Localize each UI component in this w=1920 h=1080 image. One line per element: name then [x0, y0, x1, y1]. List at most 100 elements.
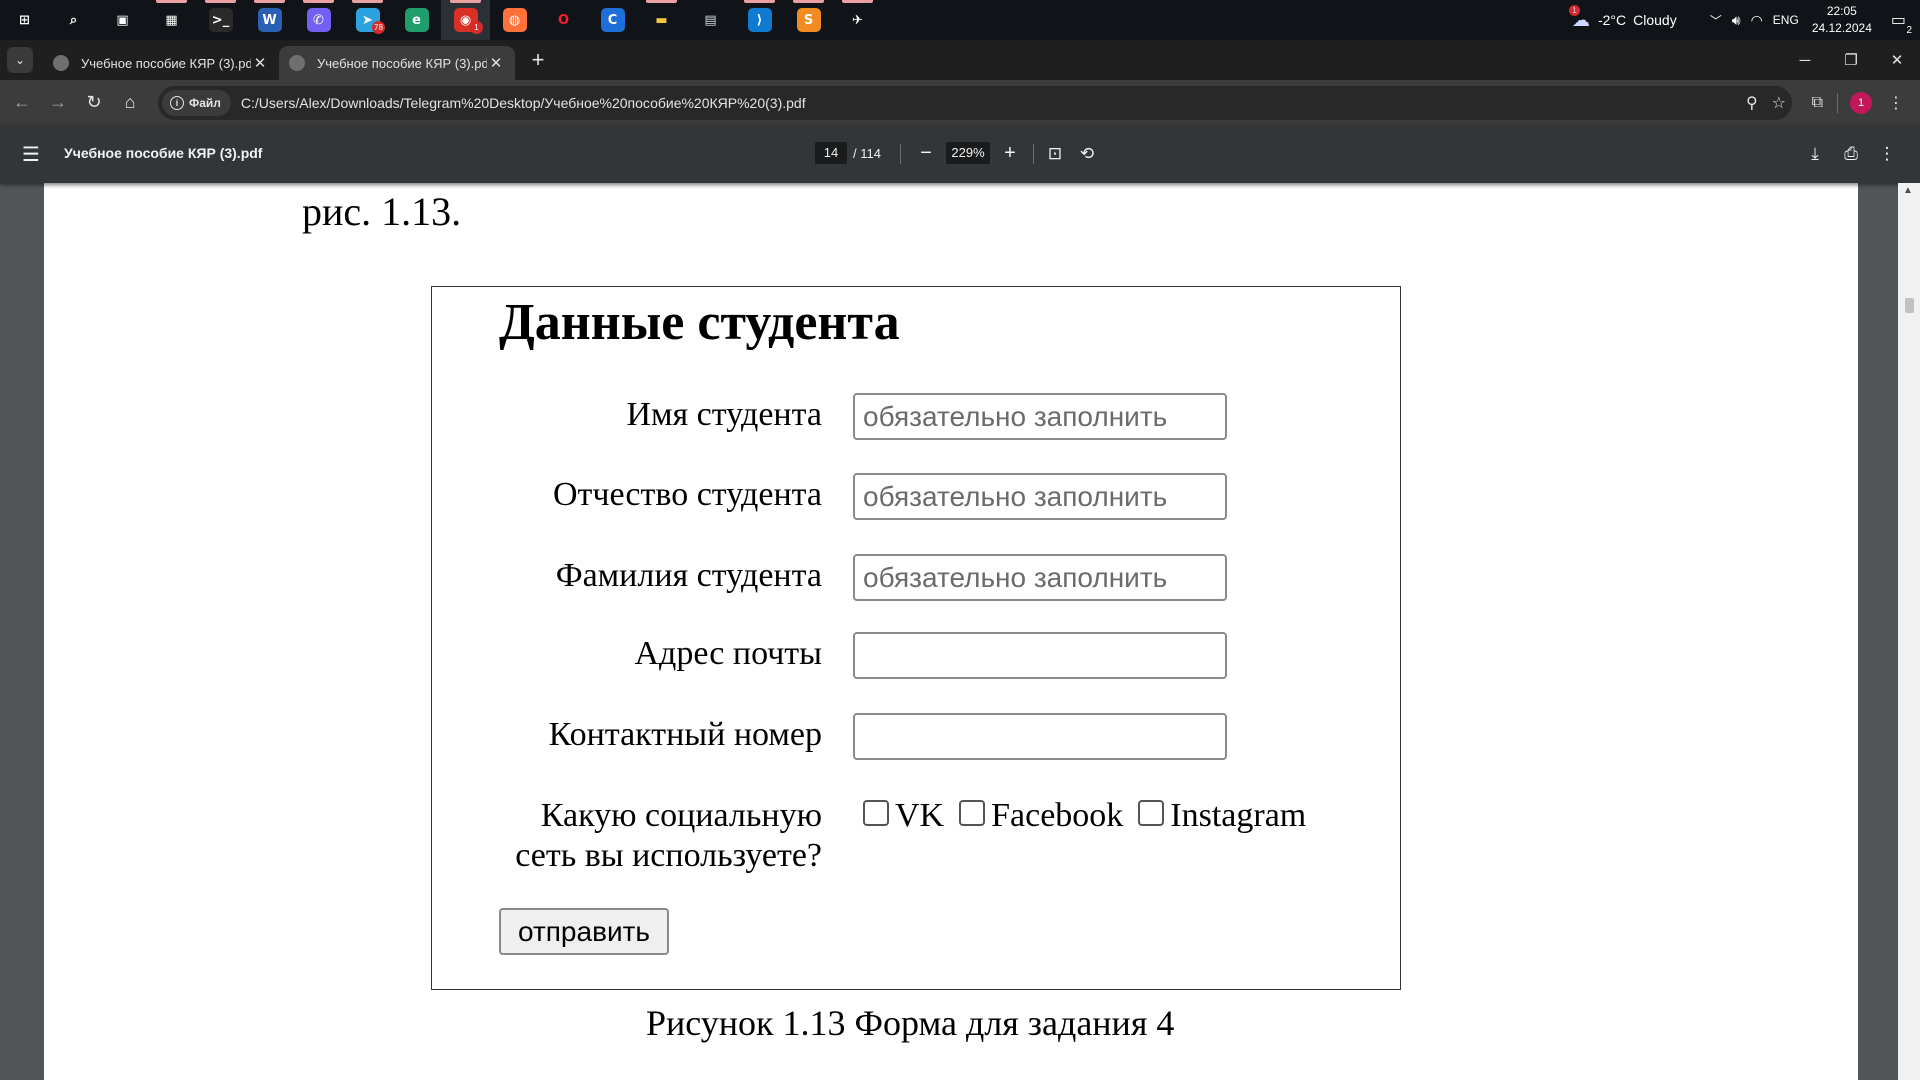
browser-tab-2[interactable]: Учебное пособие КЯР (3).pdf ✕ — [279, 46, 515, 80]
clock-date: 24.12.2024 — [1811, 21, 1872, 35]
browser-tab-1[interactable]: Учебное пособие КЯР (3).pdf ✕ — [43, 46, 279, 80]
chevron-up-icon[interactable]: ﹀ — [1710, 12, 1722, 29]
app-notification-badge: 78 — [372, 21, 385, 34]
notification-count: 2 — [1906, 25, 1912, 36]
social-label-line-1: Какую социальную — [540, 797, 822, 834]
clock[interactable]: 22:05 24.12.2024 — [1812, 3, 1872, 37]
page-number-input[interactable]: 14 — [815, 142, 847, 164]
zoom-level-input[interactable]: 229% — [946, 142, 990, 164]
taskbar-app-task-view[interactable]: ▣ — [98, 0, 147, 40]
system-tray: ☁ 1 -2°C Cloudy ﹀ 🔊︎ ◠ ENG 22:05 24.12.20… — [1567, 0, 1920, 40]
print-icon[interactable]: ⎙ — [1838, 141, 1864, 167]
site-info-chip[interactable]: i Файл — [162, 90, 231, 116]
checkbox-label: Facebook — [991, 797, 1124, 834]
scrollbar-thumb[interactable] — [1905, 298, 1914, 313]
viber-icon: ✆ — [306, 8, 331, 32]
pdf-favicon-icon — [289, 55, 305, 71]
notification-center-icon[interactable]: ▭ 2 — [1891, 10, 1912, 36]
taskbar-app-word[interactable]: W — [245, 0, 294, 40]
figure-caption: Рисунок 1.13 Форма для задания 4 — [646, 1003, 1175, 1043]
chevron-down-icon: ⌄ — [14, 53, 26, 67]
firefox-icon: ◍ — [502, 8, 527, 32]
toolbar-divider — [900, 144, 901, 164]
field-label: Адрес почты — [634, 635, 823, 672]
toolbar-divider — [1837, 92, 1838, 113]
volume-icon[interactable]: 🔊︎ — [1732, 12, 1741, 29]
last-name-input: обязательно заполнить — [853, 554, 1227, 601]
taskbar-app-printer-app[interactable]: ▤ — [686, 0, 735, 40]
browser-menu-icon[interactable]: ⋮ — [1888, 93, 1904, 113]
printer-app-icon: ▤ — [704, 12, 717, 28]
taskbar-app-start[interactable]: ⊞ — [0, 0, 49, 40]
close-window-button[interactable]: ✕ — [1874, 40, 1920, 80]
profile-avatar[interactable]: 1 — [1850, 91, 1872, 114]
rotate-icon[interactable]: ⟲ — [1074, 141, 1100, 167]
taskbar-app-telegram[interactable]: ➤ 78 — [343, 0, 392, 40]
more-options-icon[interactable]: ⋮ — [1874, 141, 1900, 167]
taskbar-app-calculator[interactable]: ▦ — [147, 0, 196, 40]
clock-time: 22:05 — [1826, 4, 1857, 18]
vertical-scrollbar[interactable]: ▲ — [1898, 183, 1920, 1080]
social-checkboxes: VK Facebook Instagram — [863, 796, 1321, 836]
back-button[interactable]: ← — [4, 85, 40, 121]
taskbar-app-vscode[interactable]: ⟩ — [735, 0, 784, 40]
taskbar-app-chrome[interactable]: ◉ 1 — [441, 0, 490, 40]
checkbox-box — [1138, 800, 1165, 826]
close-tab-icon[interactable]: ✕ — [487, 54, 505, 72]
c-app-icon: C — [600, 8, 625, 32]
fit-page-icon[interactable]: ⊡ — [1042, 141, 1068, 167]
browser-tab-strip: ⌄ Учебное пособие КЯР (3).pdf ✕ Учебное … — [0, 40, 1920, 80]
weather-widget[interactable]: ☁ 1 -2°C Cloudy — [1568, 4, 1677, 31]
hamburger-menu-icon[interactable]: ☰ — [22, 142, 40, 167]
address-bar[interactable]: i Файл C:/Users/Alex/Downloads/Telegram%… — [158, 86, 1792, 120]
tab-title: Учебное пособие КЯР (3).pdf — [317, 55, 487, 71]
weather-badge: 1 — [1568, 4, 1580, 16]
terminal-icon: >_ — [208, 8, 233, 32]
windows-taskbar: ⊞ ⌕ ▣ ▦ >_ W ✆ ➤ 78 e ◉ 1 ◍ O C ▬ ▤ ⟩ S ✈ ☁ 1 -2°C Cloudy ﹀ … — [0, 0, 1920, 40]
social-label-line-2: сеть вы используете? — [515, 837, 822, 874]
restore-button[interactable]: ❐ — [1828, 40, 1874, 80]
extensions-icon[interactable]: ⧉ — [1812, 94, 1823, 112]
browser-toolbar: ← → ↻ ⌂ i Файл C:/Users/Alex/Downloads/T… — [0, 80, 1920, 125]
zoom-out-button[interactable]: − — [912, 139, 940, 167]
task-view-icon: ▣ — [116, 12, 129, 28]
url-text[interactable]: C:/Users/Alex/Downloads/Telegram%20Deskt… — [241, 95, 806, 111]
first-name-input: обязательно заполнить — [853, 393, 1227, 440]
scroll-up-arrow-icon[interactable]: ▲ — [1903, 185, 1913, 196]
taskbar-app-search[interactable]: ⌕ — [49, 0, 98, 40]
weather-condition: Cloudy — [1633, 12, 1677, 28]
checkbox-instagram: Instagram — [1138, 796, 1306, 836]
calculator-icon: ▦ — [165, 12, 178, 28]
zoom-icon[interactable]: ⚲ — [1746, 93, 1758, 113]
sublime-icon: S — [796, 8, 821, 32]
zoom-in-button[interactable]: + — [996, 139, 1024, 167]
taskbar-app-opera[interactable]: O — [539, 0, 588, 40]
home-button[interactable]: ⌂ — [112, 85, 148, 121]
language-indicator[interactable]: ENG — [1773, 13, 1799, 27]
field-label: Имя студента — [626, 396, 822, 433]
wifi-icon[interactable]: ◠ — [1751, 12, 1763, 29]
forward-button[interactable]: → — [40, 85, 76, 121]
word-icon: W — [257, 8, 282, 32]
field-label: Фамилия студента — [555, 557, 822, 594]
info-icon: i — [170, 96, 184, 110]
bookmark-star-icon[interactable]: ☆ — [1772, 93, 1786, 113]
checkbox-vk: VK — [863, 796, 944, 836]
form-figure: Данные студента Имя студента обязательно… — [431, 286, 1401, 990]
taskbar-app-c-app[interactable]: C — [588, 0, 637, 40]
pdf-viewer[interactable]: рис. 1.13. Данные студента Имя студента … — [0, 183, 1920, 1080]
minimize-button[interactable]: ─ — [1782, 40, 1828, 80]
close-tab-icon[interactable]: ✕ — [251, 54, 269, 72]
reload-button[interactable]: ↻ — [76, 85, 112, 121]
download-icon[interactable]: ⤓ — [1802, 141, 1828, 167]
taskbar-app-bird-app[interactable]: ✈ — [833, 0, 882, 40]
taskbar-app-edge[interactable]: e — [392, 0, 441, 40]
taskbar-app-viber[interactable]: ✆ — [294, 0, 343, 40]
taskbar-app-file-explorer[interactable]: ▬ — [637, 0, 686, 40]
taskbar-app-firefox[interactable]: ◍ — [490, 0, 539, 40]
taskbar-app-sublime[interactable]: S — [784, 0, 833, 40]
page-selector: 14 / 114 — [815, 142, 881, 164]
new-tab-button[interactable]: + — [525, 47, 551, 73]
taskbar-app-terminal[interactable]: >_ — [196, 0, 245, 40]
tab-search-button[interactable]: ⌄ — [7, 47, 33, 73]
